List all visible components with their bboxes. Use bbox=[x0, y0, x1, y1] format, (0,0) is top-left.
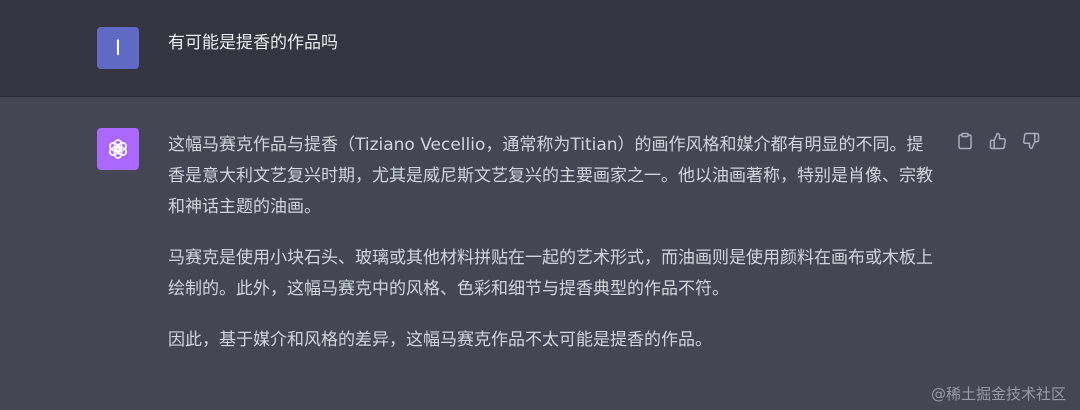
openai-logo-icon bbox=[109, 139, 127, 159]
assistant-avatar bbox=[97, 128, 139, 170]
copy-button[interactable] bbox=[955, 131, 975, 151]
user-avatar: I bbox=[97, 27, 139, 69]
copy-icon bbox=[958, 132, 972, 150]
thumbs-down-icon bbox=[1023, 132, 1040, 150]
thumbs-up-button[interactable] bbox=[988, 131, 1008, 151]
answer-paragraph: 马赛克是使用小块石头、玻璃或其他材料拼贴在一起的艺术形式，而油画则是使用颜料在画… bbox=[168, 248, 933, 299]
answer-paragraph: 因此，基于媒介和风格的差异，这幅马赛克作品不太可能是提香的作品。 bbox=[168, 330, 712, 350]
user-message-text: 有可能是提香的作品吗 bbox=[168, 33, 338, 53]
assistant-message-row: 这幅马赛克作品与提香（Tiziano Vecellio，通常称为Titian）的… bbox=[0, 97, 1080, 410]
message-actions bbox=[955, 131, 1041, 151]
assistant-answer: 这幅马赛克作品与提香（Tiziano Vecellio，通常称为Titian）的… bbox=[168, 130, 948, 356]
thumbs-down-button[interactable] bbox=[1021, 131, 1041, 151]
watermark: @稀土掘金技术社区 bbox=[930, 385, 1066, 403]
user-message-row: I 有可能是提香的作品吗 bbox=[0, 0, 1080, 97]
thumbs-up-icon bbox=[989, 132, 1006, 150]
answer-paragraph: 这幅马赛克作品与提香（Tiziano Vecellio，通常称为Titian）的… bbox=[168, 135, 933, 217]
